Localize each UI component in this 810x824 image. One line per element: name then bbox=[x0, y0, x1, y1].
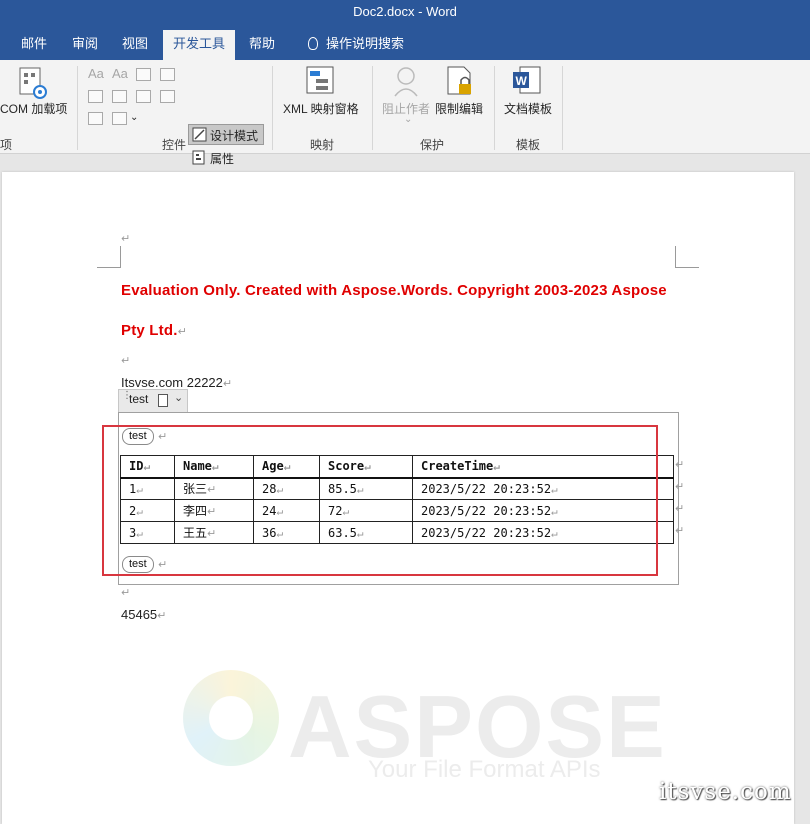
tab-view[interactable]: 视图 bbox=[114, 28, 156, 60]
tab-mailings[interactable]: 邮件 bbox=[14, 28, 54, 60]
tab-developer[interactable]: 开发工具 bbox=[163, 30, 235, 60]
number-text-line: 45465↵ bbox=[121, 607, 166, 622]
xml-mapping-pane-button[interactable]: XML 映射窗格 bbox=[283, 100, 359, 117]
crop-mark bbox=[675, 246, 699, 268]
crop-mark bbox=[97, 246, 121, 268]
rich-text-control-icon[interactable]: Aa bbox=[88, 66, 104, 81]
paragraph-mark: ↵ bbox=[121, 355, 131, 367]
chevron-down-icon[interactable]: ⌄ bbox=[130, 112, 138, 123]
paragraph-mark: ↵ bbox=[121, 587, 131, 599]
ribbon-separator bbox=[372, 66, 373, 150]
ribbon-separator bbox=[494, 66, 495, 150]
addins-group-label: 项 bbox=[0, 138, 13, 152]
document-template-button[interactable]: 文档模板 bbox=[504, 100, 552, 117]
paragraph-mark: ↵ bbox=[121, 233, 131, 245]
lightbulb-icon bbox=[307, 37, 318, 50]
svg-text:W: W bbox=[516, 74, 528, 88]
tell-me-label: 操作说明搜索 bbox=[325, 36, 404, 51]
dropdown-list-control-icon[interactable] bbox=[136, 90, 151, 103]
chevron-down-icon[interactable]: ⌄ bbox=[404, 114, 412, 125]
properties-button[interactable]: 属性 bbox=[210, 150, 234, 167]
paragraph-mark: ↵ bbox=[157, 610, 167, 622]
evaluation-notice-line1: Evaluation Only. Created with Aspose.Wor… bbox=[121, 282, 667, 299]
templates-group-label: 模板 bbox=[516, 138, 541, 152]
chevron-down-icon[interactable]: ⌄ bbox=[174, 391, 183, 404]
window-title: Doc2.docx - Word bbox=[353, 4, 457, 19]
tab-help[interactable]: 帮助 bbox=[242, 28, 282, 60]
ribbon-separator bbox=[272, 66, 273, 150]
block-authors-icon bbox=[394, 67, 418, 97]
checkbox-control-icon[interactable] bbox=[88, 90, 103, 103]
word-template-icon: W bbox=[513, 66, 541, 94]
com-addins-button[interactable]: COM 加载项 bbox=[0, 100, 67, 117]
end-of-row-mark: ↵ bbox=[675, 459, 685, 471]
site-watermark: itsvse.com bbox=[659, 779, 792, 805]
properties-icon bbox=[192, 150, 205, 165]
paragraph-mark: ↵ bbox=[177, 326, 188, 338]
evaluation-notice-text: Pty Ltd. bbox=[121, 322, 178, 339]
protect-group-label: 保护 bbox=[420, 138, 445, 152]
picture-control-icon[interactable] bbox=[136, 68, 151, 81]
site-text: Itsvse.com 22222 bbox=[121, 375, 223, 390]
combo-box-control-icon[interactable] bbox=[112, 90, 127, 103]
restrict-editing-icon bbox=[447, 66, 471, 95]
content-control-title[interactable]: ⋮ test ⌄ bbox=[118, 389, 188, 413]
restrict-editing-button[interactable]: 限制编辑 bbox=[435, 100, 483, 117]
aspose-logo-icon bbox=[183, 670, 279, 766]
plain-text-control-icon[interactable]: Aa bbox=[112, 66, 128, 81]
date-picker-control-icon[interactable] bbox=[160, 90, 175, 103]
repeating-section-control-icon[interactable] bbox=[88, 112, 103, 125]
ribbon-tabs: 邮件 审阅 视图 开发工具 帮助 操作说明搜索 bbox=[0, 28, 810, 60]
controls-group-label: 控件 bbox=[162, 138, 187, 152]
paragraph-mark: ↵ bbox=[222, 378, 233, 390]
ribbon: COM 加载项 项 Aa Aa ⌄ 设计模式 属性 组合 控件 XML 映射窗格… bbox=[0, 60, 810, 188]
number-text: 45465 bbox=[121, 607, 158, 622]
content-control-name: test bbox=[129, 392, 149, 406]
design-mode-icon bbox=[192, 127, 207, 142]
repeating-section-icon[interactable] bbox=[158, 394, 168, 407]
tab-review[interactable]: 审阅 bbox=[64, 28, 106, 60]
highlight-annotation-box bbox=[102, 425, 658, 576]
site-text-line: Itsvse.com 22222↵ bbox=[121, 375, 232, 390]
end-of-row-mark: ↵ bbox=[675, 481, 685, 493]
building-block-control-icon[interactable] bbox=[160, 68, 175, 81]
tab-tell-me[interactable]: 操作说明搜索 bbox=[300, 28, 412, 60]
end-of-row-mark: ↵ bbox=[675, 503, 685, 515]
mapping-group-label: 映射 bbox=[310, 138, 335, 152]
design-mode-label: 设计模式 bbox=[210, 129, 259, 143]
title-bar: Doc2.docx - Word bbox=[0, 0, 810, 28]
legacy-tools-icon[interactable] bbox=[112, 112, 127, 125]
aspose-watermark-tagline: Your File Format APIs bbox=[368, 756, 601, 783]
ribbon-separator bbox=[562, 66, 563, 150]
xml-mapping-icon bbox=[306, 66, 334, 94]
com-addins-icon[interactable] bbox=[18, 66, 50, 100]
evaluation-notice-line2: Pty Ltd.↵ bbox=[121, 322, 187, 339]
end-of-row-mark: ↵ bbox=[675, 525, 685, 537]
ribbon-separator bbox=[77, 66, 78, 150]
